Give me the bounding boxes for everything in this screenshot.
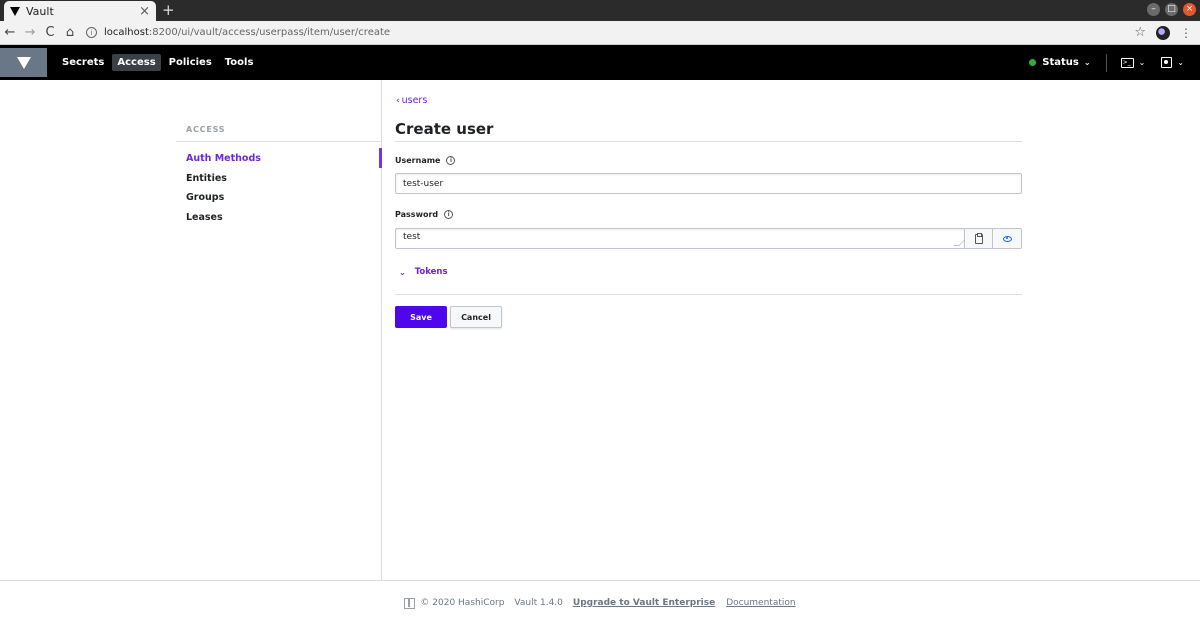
user-menu[interactable]: ⌄ — [1161, 57, 1184, 68]
chevron-down-icon: ⌄ — [1083, 58, 1091, 67]
password-label: Password i — [395, 210, 454, 219]
chevron-down-icon: ⌄ — [1177, 58, 1184, 67]
username-field[interactable]: test-user — [395, 173, 1022, 194]
console-icon: >_ — [1120, 57, 1134, 68]
version-text: Vault 1.4.0 — [514, 598, 563, 608]
footer: © 2020 HashiCorp Vault 1.4.0 Upgrade to … — [0, 580, 1200, 625]
nav-access[interactable]: Access — [112, 54, 161, 71]
status-label: Status — [1042, 57, 1079, 68]
home-icon[interactable]: ⌂ — [60, 25, 80, 40]
hashicorp-logo-icon — [404, 597, 416, 609]
breadcrumb-users[interactable]: users — [402, 95, 428, 106]
browser-tabstrip: Vault × + – □ × — [0, 0, 1200, 21]
breadcrumb[interactable]: ‹ users — [396, 95, 427, 106]
main-nav: Secrets Access Policies Tools — [57, 54, 258, 71]
save-button[interactable]: Save — [395, 306, 447, 328]
status-menu[interactable]: Status ⌄ — [1029, 57, 1091, 68]
forward-icon[interactable]: → — [20, 25, 40, 40]
sidebar-item-leases[interactable]: Leases — [186, 210, 382, 230]
maximize-icon[interactable]: □ — [1165, 3, 1178, 16]
reload-icon[interactable]: C — [40, 25, 60, 40]
url-host: localhost — [104, 27, 149, 38]
resize-handle-icon[interactable] — [953, 240, 965, 246]
profile-avatar[interactable] — [1156, 25, 1170, 40]
copyright-text: © 2020 HashiCorp — [420, 598, 505, 608]
title-divider — [395, 141, 1022, 142]
tokens-label: Tokens — [414, 267, 448, 277]
username-label-text: Username — [395, 156, 441, 165]
browser-toolbar: ← → C ⌂ i localhost:8200/ui/vault/access… — [0, 21, 1200, 45]
address-bar[interactable]: i localhost:8200/ui/vault/access/userpas… — [86, 24, 1134, 42]
status-dot-icon — [1029, 59, 1037, 66]
page-title: Create user — [395, 120, 494, 138]
cancel-button[interactable]: Cancel — [450, 306, 502, 328]
sidebar-item-entities[interactable]: Entities — [186, 171, 382, 191]
upgrade-link[interactable]: Upgrade to Vault Enterprise — [573, 598, 715, 608]
minimize-icon[interactable]: – — [1147, 3, 1160, 16]
vault-header: Secrets Access Policies Tools Status ⌄ >… — [0, 45, 1200, 80]
sidebar-divider — [176, 141, 382, 142]
nav-tools[interactable]: Tools — [220, 54, 259, 71]
username-label: Username i — [395, 156, 456, 165]
sidebar-heading: ACCESS — [186, 125, 226, 134]
tokens-toggle[interactable]: ⌄ Tokens — [399, 267, 448, 277]
password-group: test — [395, 228, 1022, 249]
new-tab-button[interactable]: + — [162, 2, 175, 19]
documentation-link[interactable]: Documentation — [726, 598, 795, 608]
copy-password-button[interactable] — [964, 228, 993, 249]
password-field[interactable]: test — [395, 228, 965, 249]
window-controls: – □ × — [1147, 3, 1196, 16]
clipboard-icon — [974, 232, 983, 244]
console-toggle[interactable]: >_ ⌄ — [1120, 57, 1146, 68]
password-label-text: Password — [395, 210, 439, 219]
sidebar-item-auth-methods[interactable]: Auth Methods — [186, 148, 382, 171]
vault-home-logo[interactable] — [0, 48, 47, 77]
chevron-down-icon: ⌄ — [399, 267, 406, 277]
tab-close-icon[interactable]: × — [139, 5, 150, 18]
sidebar-item-groups[interactable]: Groups — [186, 190, 382, 210]
password-value: test — [403, 232, 421, 242]
browser-tab[interactable]: Vault × — [4, 1, 156, 21]
user-icon — [1161, 57, 1173, 68]
site-info-icon[interactable]: i — [86, 27, 97, 38]
form-divider — [395, 294, 1022, 295]
nav-policies[interactable]: Policies — [164, 54, 217, 71]
sidebar-list: Auth Methods Entities Groups Leases — [186, 148, 382, 230]
chevron-left-icon: ‹ — [396, 96, 400, 106]
url-path: :8200/ui/vault/access/userpass/item/user… — [148, 27, 391, 38]
info-icon[interactable]: i — [446, 156, 456, 165]
vault-favicon-icon — [10, 6, 20, 16]
back-icon[interactable]: ← — [0, 25, 20, 40]
toggle-masked-button[interactable] — [992, 228, 1022, 249]
window-close-icon[interactable]: × — [1183, 3, 1196, 16]
chevron-down-icon: ⌄ — [1138, 58, 1146, 67]
bookmark-star-icon[interactable]: ☆ — [1134, 25, 1146, 40]
eye-icon — [1002, 235, 1012, 242]
vault-logo-icon — [16, 56, 31, 69]
sidebar: ACCESS Auth Methods Entities Groups Leas… — [0, 80, 382, 580]
browser-menu-icon[interactable]: ⋮ — [1180, 26, 1192, 40]
header-divider — [1105, 53, 1107, 72]
info-icon[interactable]: i — [444, 210, 454, 219]
nav-secrets[interactable]: Secrets — [57, 54, 109, 71]
tab-title: Vault — [26, 4, 54, 18]
